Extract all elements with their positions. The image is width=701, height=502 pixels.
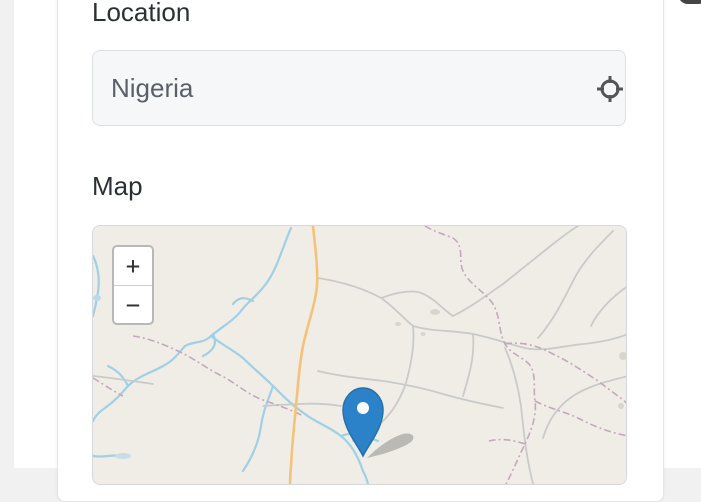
location-field: [92, 50, 626, 126]
location-label: Location: [92, 0, 191, 27]
map-pin-icon[interactable]: [341, 386, 421, 466]
zoom-out-button[interactable]: −: [114, 286, 152, 323]
crosshair-icon: [597, 76, 623, 102]
zoom-control: + −: [112, 245, 154, 325]
locate-button[interactable]: [595, 74, 625, 104]
map-label: Map: [92, 171, 143, 201]
zoom-in-button[interactable]: +: [114, 247, 152, 286]
location-input[interactable]: [93, 51, 573, 125]
map-view[interactable]: + −: [92, 225, 627, 485]
